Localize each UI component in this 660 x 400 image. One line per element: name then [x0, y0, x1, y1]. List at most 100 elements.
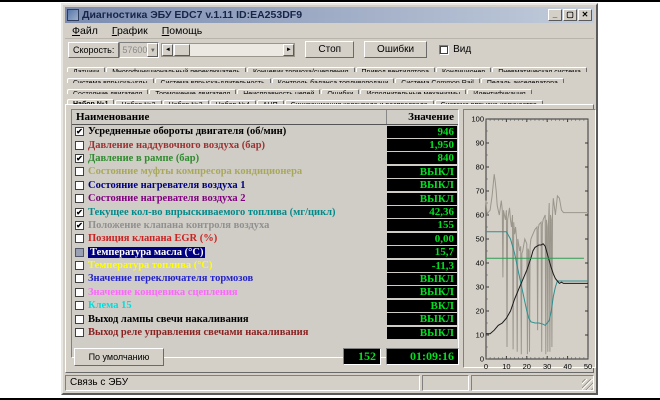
y-tick-label: 40 — [476, 259, 484, 268]
x-tick-label: 20 — [523, 362, 531, 371]
screen-top-border — [0, 0, 660, 2]
table-row[interactable]: ✔ Текущее кол-во впрыскиваемого топлива (… — [72, 205, 458, 218]
row-checkbox[interactable] — [75, 248, 84, 257]
app-window: Диагностика ЭБУ EDC7 v.1.11 ID:EA253DF9 … — [61, 3, 598, 395]
y-tick-label: 100 — [471, 115, 484, 124]
row-checkbox[interactable] — [75, 315, 84, 324]
x-tick-label: 30 — [543, 362, 551, 371]
table-row[interactable]: Температура масла (°C)15,7 — [72, 246, 458, 259]
counter-display: 152 — [343, 348, 381, 365]
table-row[interactable]: ✔ Положение клапана контроля воздуха155 — [72, 219, 458, 232]
row-label: Значение переключателя тормозов — [88, 273, 387, 284]
row-checkbox[interactable] — [75, 274, 84, 283]
tab-row-1: ДатчикиМногофункциональный переключатель… — [65, 61, 594, 72]
row-checkbox[interactable] — [75, 181, 84, 190]
row-label: Состояние муфты компресора кондиционера — [88, 166, 387, 177]
table-row[interactable]: Позиция клапана EGR (%)0,00 — [72, 232, 458, 245]
y-tick-label: 80 — [476, 163, 484, 172]
table-row[interactable]: Клема 15ВКЛ — [72, 299, 458, 312]
scroll-left-icon[interactable]: ◄ — [162, 44, 173, 56]
menu-item-1[interactable]: Файл — [65, 25, 105, 37]
table-header: Наименование Значение — [72, 110, 458, 125]
y-tick-label: 20 — [476, 307, 484, 316]
row-checkbox[interactable] — [75, 167, 84, 176]
table-row[interactable]: ✔Давление в рампе (бар)840 — [72, 152, 458, 165]
menu-item-2[interactable]: График — [105, 25, 155, 37]
row-checkbox[interactable] — [75, 288, 84, 297]
header-value: Значение — [386, 110, 458, 124]
view-checkbox-label: Вид — [453, 44, 471, 55]
tabstrip: ДатчикиМногофункциональный переключатель… — [65, 61, 594, 104]
table-row[interactable]: Значение переключателя тормозовВЫКЛ — [72, 272, 458, 285]
row-checkbox[interactable] — [75, 234, 84, 243]
table-row[interactable]: ✔Усредненные обороты двигателя (об/мин)9… — [72, 125, 458, 138]
row-value: ВЫКЛ — [387, 193, 457, 205]
row-value: ВЫКЛ — [387, 166, 457, 178]
table-row[interactable]: Выход лампы свечи накаливанияВЫКЛ — [72, 312, 458, 325]
x-tick-label: 50 — [584, 362, 592, 371]
titlebar[interactable]: Диагностика ЭБУ EDC7 v.1.11 ID:EA253DF9 … — [65, 7, 594, 23]
maximize-button[interactable]: ▢ — [563, 9, 577, 21]
row-value: 946 — [387, 126, 457, 138]
view-checkbox[interactable]: Вид — [439, 44, 471, 55]
row-checkbox[interactable] — [75, 141, 84, 150]
scroll-right-icon[interactable]: ► — [283, 44, 294, 56]
row-label: Текущее кол-во впрыскиваемого топлива (м… — [88, 207, 387, 218]
view-checkbox-box[interactable] — [439, 45, 449, 55]
menu-item-3[interactable]: Помощь — [155, 25, 210, 37]
y-tick-label: 30 — [476, 283, 484, 292]
stop-button[interactable]: Стоп — [305, 41, 354, 58]
row-checkbox[interactable]: ✔ — [75, 127, 84, 136]
row-checkbox[interactable]: ✔ — [75, 154, 84, 163]
row-label: Клема 15 — [88, 300, 387, 311]
chart-panel: 010203040506070809010001020304050 — [463, 109, 596, 368]
content-panel: Наименование Значение ✔Усредненные оборо… — [65, 104, 594, 373]
row-checkbox[interactable]: ✔ — [75, 208, 84, 217]
row-value: -11,3 — [387, 260, 457, 272]
toolbar: Скорость: 57600 ▼ ◄ ► Стоп Ошибки Вид — [65, 40, 594, 59]
row-label: Давление наддувочного воздуха (бар) — [88, 140, 387, 151]
row-checkbox[interactable] — [75, 261, 84, 270]
row-value: 155 — [387, 219, 457, 231]
row-label: Выход лампы свечи накаливания — [88, 314, 387, 325]
row-label: Температура масла (°C) — [88, 247, 387, 258]
y-tick-label: 50 — [476, 235, 484, 244]
row-label: Температура топлива (°C) — [88, 260, 387, 271]
y-tick-label: 70 — [476, 187, 484, 196]
row-value: ВЫКЛ — [387, 179, 457, 191]
speed-scrollbar[interactable]: ◄ ► — [161, 43, 295, 57]
row-checkbox[interactable] — [75, 301, 84, 310]
table-row[interactable]: Температура топлива (°C)-11,3 — [72, 259, 458, 272]
parameter-table: Наименование Значение ✔Усредненные оборо… — [71, 109, 459, 358]
combo-dropdown-icon[interactable]: ▼ — [147, 43, 158, 57]
row-value: 840 — [387, 152, 457, 164]
table-row[interactable]: Выход реле управления свечами накаливани… — [72, 326, 458, 339]
resize-grip-icon[interactable] — [582, 379, 593, 390]
table-row[interactable]: Давление наддувочного воздуха (бар)1,950 — [72, 138, 458, 151]
table-row[interactable]: Состояние нагревателя воздуха 1ВЫКЛ — [72, 179, 458, 192]
header-name: Наименование — [72, 110, 386, 124]
errors-button[interactable]: Ошибки — [364, 41, 427, 58]
table-row[interactable]: Состояние муфты компресора кондиционераВ… — [72, 165, 458, 178]
scroll-thumb[interactable] — [174, 44, 190, 56]
table-row[interactable]: Значение концевика сцепленияВЫКЛ — [72, 286, 458, 299]
row-checkbox[interactable] — [75, 194, 84, 203]
table-row[interactable]: Состояние нагревателя воздуха 2ВЫКЛ — [72, 192, 458, 205]
x-tick-label: 0 — [484, 362, 488, 371]
tab-row-3: Состояние двигателяТорможение двигателяН… — [65, 83, 594, 94]
row-checkbox[interactable] — [75, 328, 84, 337]
y-tick-label: 10 — [476, 331, 484, 340]
row-label: Положение клапана контроля воздуха — [88, 220, 387, 231]
default-button[interactable]: По умолчанию — [74, 348, 164, 366]
close-button[interactable]: ✕ — [578, 9, 592, 21]
row-label: Позиция клапана EGR (%) — [88, 233, 387, 244]
row-label: Состояние нагревателя воздуха 2 — [88, 193, 387, 204]
row-checkbox[interactable]: ✔ — [75, 221, 84, 230]
speed-combobox[interactable]: 57600 ▼ — [119, 42, 159, 58]
row-value: 0,00 — [387, 233, 457, 245]
row-value: 42,36 — [387, 206, 457, 218]
x-tick-label: 40 — [563, 362, 571, 371]
row-label: Состояние нагревателя воздуха 1 — [88, 180, 387, 191]
minimize-button[interactable]: _ — [548, 9, 562, 21]
row-value: 1,950 — [387, 139, 457, 151]
